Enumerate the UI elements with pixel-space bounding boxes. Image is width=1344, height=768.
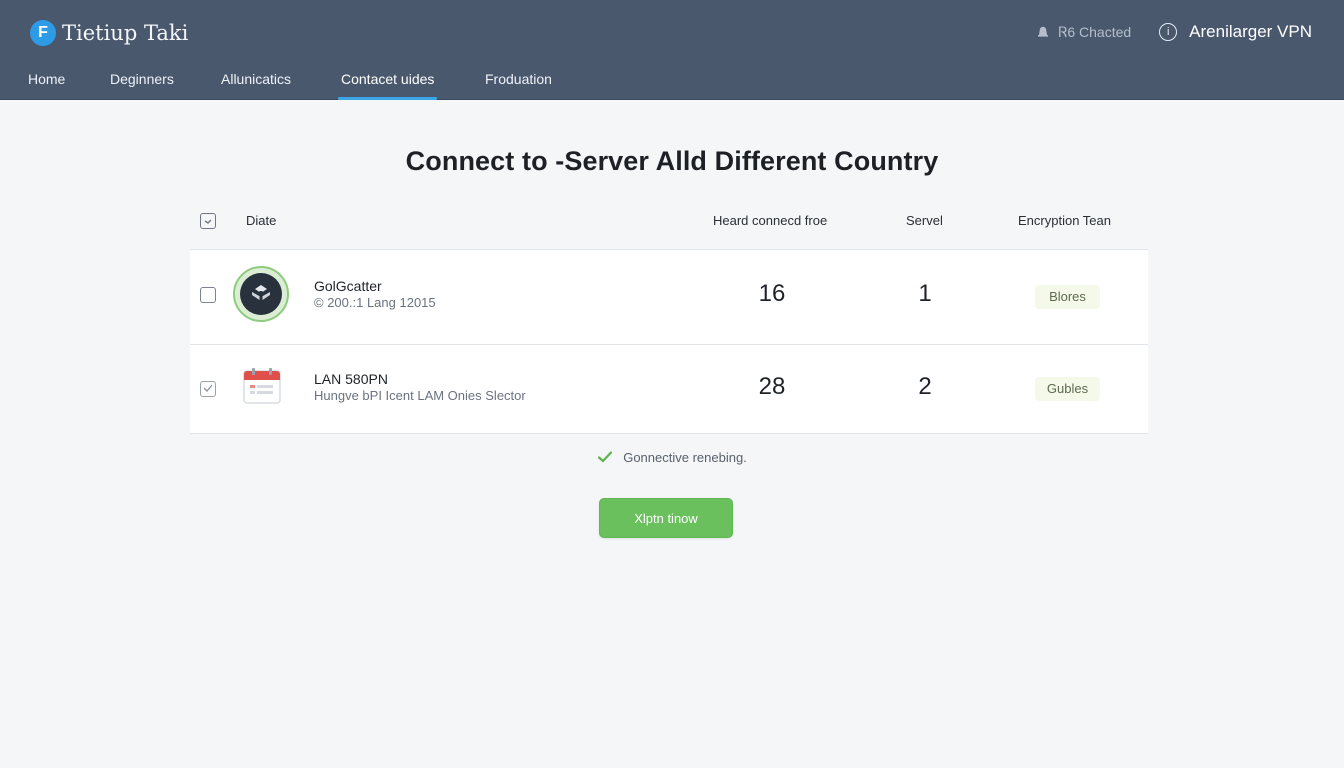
info-icon: i	[1159, 23, 1178, 41]
server-name: LAN 580PN	[314, 371, 388, 387]
row-checkbox[interactable]	[200, 381, 216, 397]
calendar-icon	[243, 368, 281, 404]
connect-button[interactable]: Xlptn tinow	[599, 498, 733, 538]
encryption-badge: Blores	[1035, 285, 1100, 309]
connection-status: Gonnective renebing.	[0, 449, 1344, 465]
status-text: Gonnective renebing.	[623, 449, 747, 465]
main-nav: Home Deginners Allunicatics Contacet uid…	[0, 58, 700, 100]
brand-logo-icon: F	[30, 20, 56, 46]
table-row[interactable]: GolGcatter © 200.:1 Lang 12015 16 1 Blor…	[190, 250, 1148, 345]
connection-count: 16	[758, 280, 786, 307]
header-right: Ꮢ6 Chacted i Arenilarger VPN	[1036, 20, 1312, 44]
column-header-connections[interactable]: Heard connecd froe	[713, 213, 827, 228]
table-row[interactable]: LAN 580PN Hungve bPI Icent LAM Onies Sle…	[190, 345, 1148, 434]
table-header: Diate Heard connecd froe Servel Encrypti…	[190, 200, 1148, 250]
server-table: Diate Heard connecd froe Servel Encrypti…	[190, 200, 1148, 434]
connection-count: 28	[758, 373, 786, 400]
brand[interactable]: F Tietiup Taki	[30, 18, 188, 48]
column-header-date[interactable]: Diate	[246, 213, 276, 228]
shield-logo-icon	[252, 285, 270, 301]
chat-status-label: Ꮢ6 Chacted	[1058, 23, 1132, 40]
encryption-badge: Gubles	[1035, 377, 1100, 401]
column-header-encryption[interactable]: Encryption Tean	[1018, 213, 1111, 228]
server-subtitle: © 200.:1 Lang 12015	[314, 295, 436, 310]
avatar	[233, 266, 289, 322]
minus-icon	[204, 219, 212, 224]
vpn-title-label: Arenilarger VPN	[1189, 22, 1312, 41]
checkmark-icon	[203, 384, 213, 392]
nav-beginners[interactable]: Deginners	[110, 58, 174, 100]
server-count: 2	[918, 373, 932, 400]
server-count: 1	[918, 280, 932, 307]
avatar-core	[240, 273, 282, 315]
column-header-server[interactable]: Servel	[906, 213, 943, 228]
nav-production[interactable]: Froduation	[485, 58, 552, 100]
server-name: GolGcatter	[314, 278, 382, 294]
server-subtitle: Hungve bPI Icent LAM Onies Slector	[314, 388, 526, 403]
bell-icon	[1038, 26, 1049, 37]
vpn-title[interactable]: i Arenilarger VPN	[1159, 22, 1312, 42]
select-all-checkbox[interactable]	[200, 213, 216, 229]
nav-contact-guides[interactable]: Contacet uides	[337, 58, 438, 100]
nav-home[interactable]: Home	[28, 58, 65, 100]
chat-status[interactable]: Ꮢ6 Chacted	[1036, 24, 1131, 41]
app-header: F Tietiup Taki Ꮢ6 Chacted i Arenilarger …	[0, 0, 1344, 100]
page-title: Connect to -Server Alld Different Countr…	[405, 146, 939, 176]
nav-applications[interactable]: Allunicatics	[221, 58, 291, 100]
row-checkbox[interactable]	[200, 287, 216, 303]
brand-name: Tietiup Taki	[62, 21, 189, 45]
checkmark-icon	[598, 451, 613, 463]
